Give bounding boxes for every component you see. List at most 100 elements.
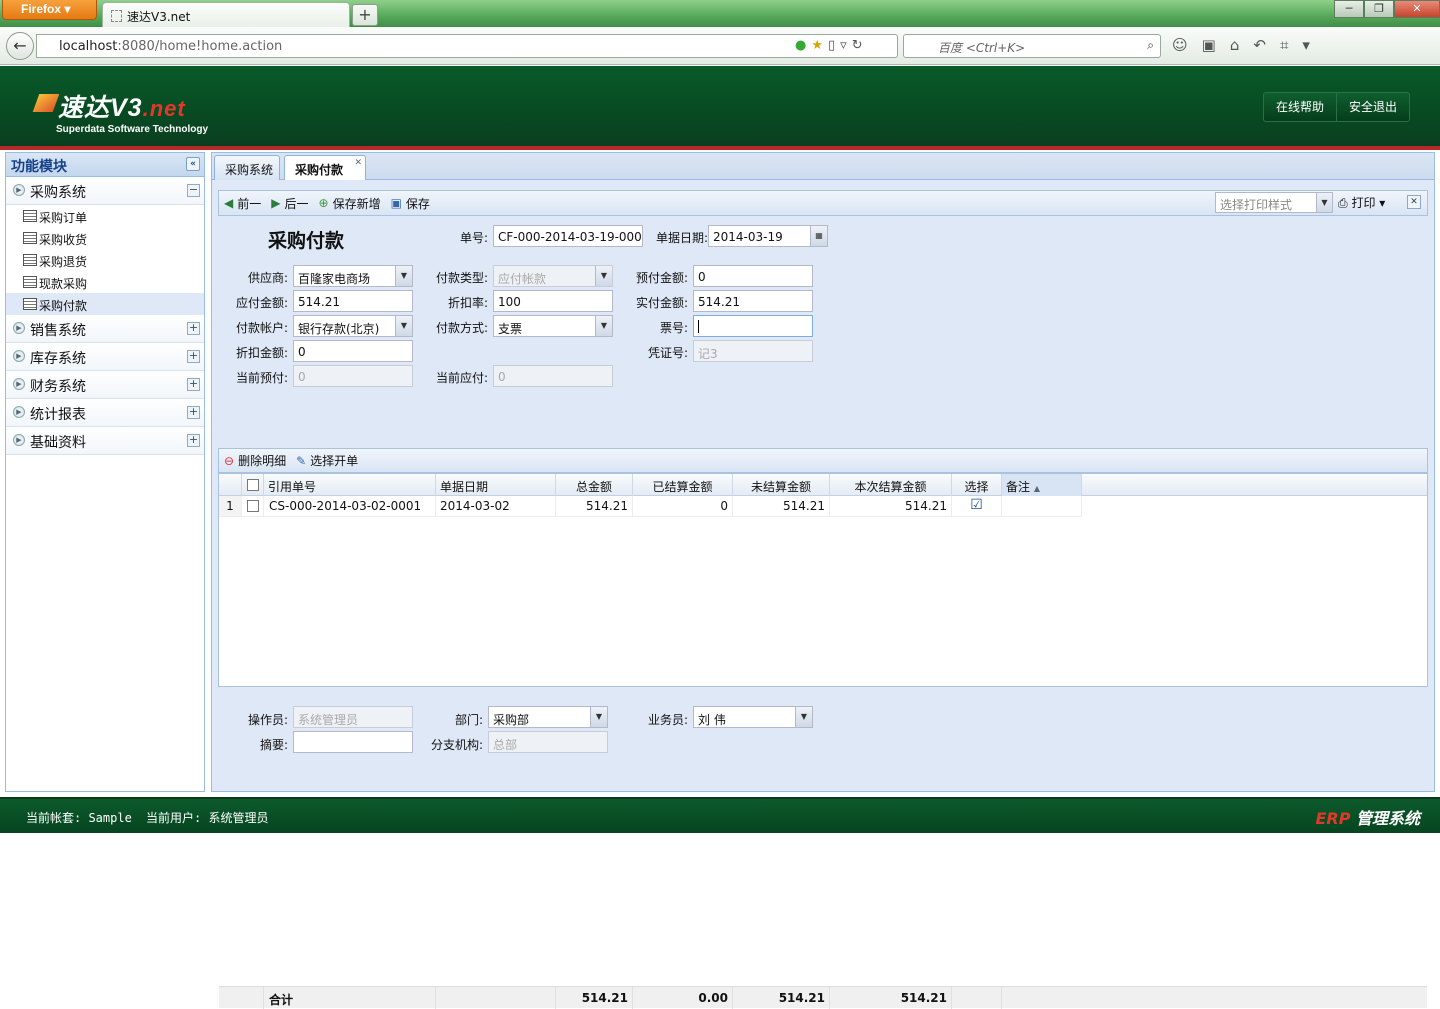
discount-amount-field[interactable]: 0 (293, 340, 413, 362)
sidebar-group-sales[interactable]: ▶ 销售系统 + (6, 315, 204, 343)
cell-remark[interactable] (1002, 496, 1082, 517)
group-expand-icon[interactable]: + (187, 322, 200, 335)
group-expand-icon[interactable]: + (187, 406, 200, 419)
browser-toolbar-icons[interactable]: ☺▣⌂↶⌗▾ (1172, 36, 1324, 54)
close-form-icon[interactable]: ✕ (1407, 195, 1421, 209)
cell-settled[interactable]: 0 (633, 496, 733, 517)
sidebar-title: 功能模块 (11, 159, 67, 175)
prepaid-field[interactable]: 0 (693, 265, 813, 287)
erp-brand: ERP 管理系统 (1315, 805, 1420, 829)
safe-logout-button[interactable]: 安全退出 (1337, 93, 1409, 121)
col-select[interactable]: 选择 (952, 474, 1002, 496)
group-expand-icon[interactable]: + (187, 350, 200, 363)
col-this-settle[interactable]: 本次结算金额 (830, 474, 952, 496)
ticket-no-field[interactable] (693, 315, 813, 337)
salesman-select[interactable]: 刘 伟 ▼ (693, 706, 813, 728)
col-remark[interactable]: 备注 ▲ (1002, 474, 1082, 496)
choose-order-button[interactable]: ✎ 选择开单 (291, 451, 363, 471)
delete-detail-button[interactable]: ⊖ 删除明细 (219, 451, 291, 471)
online-help-button[interactable]: 在线帮助 (1264, 93, 1338, 121)
payable-field[interactable]: 514.21 (293, 290, 413, 312)
bookmark-star-icon[interactable]: ★ (811, 38, 828, 53)
cell-doc-date[interactable]: 2014-03-02 (436, 496, 556, 517)
group-expand-icon[interactable]: + (187, 378, 200, 391)
chevron-down-icon[interactable]: ▼ (595, 316, 612, 336)
crop-icon[interactable]: ⌗ (1280, 36, 1302, 54)
chat-icon[interactable]: ▾ (1302, 36, 1324, 54)
col-unsettled[interactable]: 未结算金额 (733, 474, 830, 496)
url-bar[interactable]: localhost:8080/home!home.action (36, 34, 898, 58)
home-icon[interactable]: ⌂ (1230, 36, 1254, 54)
close-tab-icon[interactable]: ✕ (354, 158, 362, 168)
chevron-down-icon[interactable]: ▼ (395, 266, 412, 286)
header-divider (0, 146, 1440, 150)
dept-select[interactable]: 采购部 ▼ (488, 706, 608, 728)
group-expand-icon[interactable]: + (187, 434, 200, 447)
sidebar-group-inventory[interactable]: ▶ 库存系统 + (6, 343, 204, 371)
current-user: 当前用户: 系统管理员 (146, 811, 269, 825)
back-arrow-icon[interactable]: ← (6, 32, 34, 60)
cell-ref-no[interactable]: CS-000-2014-03-02-0001 (264, 496, 436, 517)
summary-text-field[interactable] (293, 731, 413, 753)
reload-icon[interactable]: ↻ (852, 38, 868, 53)
chevron-down-icon[interactable]: ▼ (395, 316, 412, 336)
col-ref-no[interactable]: 引用单号 (264, 474, 436, 496)
cell-unsettled[interactable]: 514.21 (733, 496, 830, 517)
new-tab-button[interactable]: + (352, 4, 378, 26)
chevron-down-icon[interactable]: ▼ (795, 707, 812, 727)
sidebar-group-purchase[interactable]: ▶ 采购系统 − (6, 177, 204, 205)
doc-no-field[interactable]: CF-000-2014-03-19-0001 (493, 225, 643, 247)
dropdown-icon[interactable]: ▿ (840, 38, 852, 53)
cell-select-checkbox[interactable]: ☑ (952, 496, 1002, 517)
group-collapse-icon[interactable]: − (187, 184, 200, 197)
url-bar-icons[interactable]: ●★▯▿↻ (795, 38, 868, 53)
go-icon[interactable]: ● (795, 38, 811, 53)
pay-method-select[interactable]: 支票 ▼ (493, 315, 613, 337)
sidebar-group-reports[interactable]: ▶ 统计报表 + (6, 399, 204, 427)
calendar-icon[interactable]: ▦ (810, 226, 827, 246)
cell-this-settle[interactable]: 514.21 (830, 496, 952, 517)
print-style-select[interactable]: 选择打印样式 ▼ (1215, 192, 1333, 213)
sidebar-item-purchase-payment[interactable]: 采购付款 (6, 293, 204, 315)
actual-paid-field[interactable]: 514.21 (693, 290, 813, 312)
col-total[interactable]: 总金额 (556, 474, 633, 496)
sidebar-item-purchase-receipt[interactable]: 采购收货 (6, 227, 204, 249)
checkbox-icon[interactable] (246, 479, 259, 491)
chevron-down-icon[interactable]: ▼ (1316, 193, 1332, 212)
discount-rate-field[interactable]: 100 (493, 290, 613, 312)
next-button[interactable]: ▶ 后一 (266, 193, 313, 213)
row-checkbox[interactable] (242, 496, 264, 517)
sidebar-group-finance[interactable]: ▶ 财务系统 + (6, 371, 204, 399)
col-doc-date[interactable]: 单据日期 (436, 474, 556, 496)
doc-date-field[interactable]: 2014-03-19 ▦ (708, 225, 828, 247)
cell-total[interactable]: 514.21 (556, 496, 633, 517)
firefox-menu-button[interactable]: Firefox ▾ (2, 0, 97, 20)
supplier-select[interactable]: 百隆家电商场 ▼ (293, 265, 413, 287)
close-window-button[interactable]: ✕ (1394, 0, 1440, 18)
tab-purchase-payment[interactable]: 采购付款 ✕ (284, 155, 366, 180)
collapse-sidebar-icon[interactable]: « (186, 157, 200, 171)
prev-button[interactable]: ◀ 前一 (219, 193, 266, 213)
maximize-button[interactable]: ❐ (1364, 0, 1394, 18)
account-select[interactable]: 银行存款(北京) ▼ (293, 315, 413, 337)
print-button[interactable]: ⎙ 打印 ▾ (1338, 194, 1385, 211)
sidebar-item-purchase-return[interactable]: 采购退货 (6, 249, 204, 271)
chevron-down-icon[interactable]: ▼ (590, 707, 607, 727)
undo-icon[interactable]: ↶ (1253, 36, 1280, 54)
mobile-icon[interactable]: ▯ (828, 38, 840, 53)
sidebar-item-cash-purchase[interactable]: 现款采购 (6, 271, 204, 293)
search-box[interactable]: 百度 <Ctrl+K> ⌕ (903, 34, 1161, 58)
search-icon[interactable]: ⌕ (1147, 38, 1154, 53)
bookmarks-menu-icon[interactable]: ▣ (1202, 36, 1230, 54)
sidebar-item-purchase-order[interactable]: 采购订单 (6, 205, 204, 227)
tab-purchase-system[interactable]: 采购系统 (214, 155, 280, 180)
browser-tab[interactable]: 速达V3.net (102, 2, 350, 28)
save-button[interactable]: ▣ 保存 (386, 193, 435, 213)
checkbox-icon[interactable] (246, 500, 259, 512)
select-all-checkbox[interactable] (242, 474, 264, 496)
col-settled[interactable]: 已结算金额 (633, 474, 733, 496)
sidebar-group-base-data[interactable]: ▶ 基础资料 + (6, 427, 204, 455)
save-new-button[interactable]: ⊕ 保存新增 (314, 193, 386, 213)
minimize-button[interactable]: ─ (1334, 0, 1364, 18)
addon-icon[interactable]: ☺ (1172, 36, 1202, 54)
